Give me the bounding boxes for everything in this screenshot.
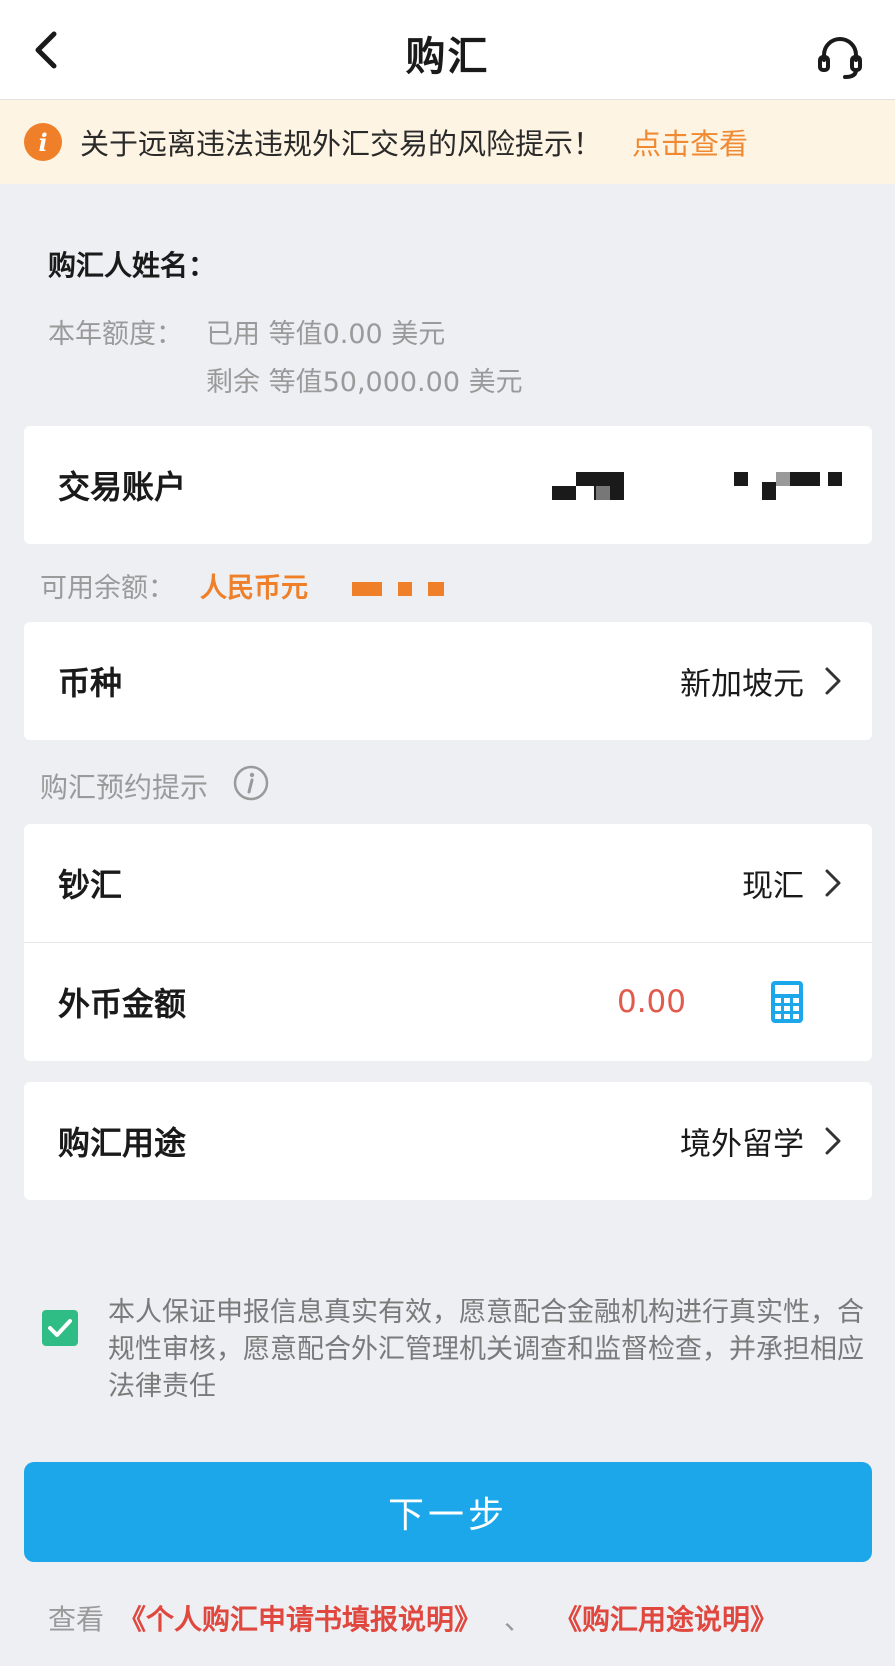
purpose-card[interactable]: 购汇用途 境外留学 bbox=[24, 1082, 872, 1200]
account-card[interactable]: 交易账户 bbox=[24, 426, 872, 544]
agreement-checkbox[interactable] bbox=[42, 1310, 78, 1346]
chevron-right-icon bbox=[825, 1127, 841, 1155]
headset-icon[interactable] bbox=[815, 32, 865, 82]
balance-currency: 人民币元 bbox=[200, 573, 308, 604]
purpose-value: 境外留学 bbox=[680, 1126, 804, 1163]
appointment-hint-label: 购汇预约提示 bbox=[40, 771, 209, 804]
cash-remit-value: 现汇 bbox=[742, 868, 804, 905]
cash-remit-row[interactable]: 钞汇 现汇 bbox=[24, 824, 872, 942]
info-icon: i bbox=[24, 123, 62, 161]
risk-notice-banner: i 关于远离违法违规外汇交易的风险提示！ 点击查看 bbox=[0, 100, 895, 184]
currency-label: 币种 bbox=[58, 664, 123, 702]
purpose-label: 购汇用途 bbox=[58, 1124, 187, 1162]
chevron-right-icon bbox=[825, 667, 841, 695]
purpose-row[interactable]: 购汇用途 境外留学 bbox=[24, 1082, 872, 1200]
account-label: 交易账户 bbox=[58, 468, 187, 506]
info-circle-icon[interactable] bbox=[232, 764, 270, 802]
agreement-text[interactable]: 本人保证申报信息真实有效，愿意配合金融机构进行真实性，合规性审核，愿意配合外汇管… bbox=[108, 1294, 868, 1405]
footer-links: 查看 《个人购汇申请书填报说明》 、 《购汇用途说明》 bbox=[48, 1598, 778, 1638]
account-row[interactable]: 交易账户 bbox=[24, 426, 872, 544]
top-bar: 购汇 bbox=[0, 0, 895, 100]
checkmark-icon bbox=[48, 1319, 72, 1337]
currency-row[interactable]: 币种 新加坡元 bbox=[24, 622, 872, 740]
cash-remit-label: 钞汇 bbox=[58, 866, 123, 904]
application-instructions-link[interactable]: 《个人购汇申请书填报说明》 bbox=[118, 1598, 482, 1638]
footer-view-label: 查看 bbox=[48, 1603, 105, 1636]
calculator-icon[interactable] bbox=[770, 980, 804, 1024]
quota-used: 已用 等值0.00 美元 bbox=[206, 319, 446, 350]
footer-separator: 、 bbox=[504, 1603, 533, 1636]
amount-row[interactable]: 外币金额 0.00 bbox=[24, 943, 872, 1061]
currency-value: 新加坡元 bbox=[680, 666, 804, 703]
available-balance-label: 可用余额： bbox=[40, 573, 175, 604]
next-step-button[interactable]: 下一步 bbox=[24, 1462, 872, 1562]
remit-amount-card: 钞汇 现汇 外币金额 0.00 bbox=[24, 824, 872, 1061]
risk-notice-link[interactable]: 点击查看 bbox=[632, 121, 748, 163]
chevron-right-icon bbox=[825, 869, 841, 897]
buyer-name-label: 购汇人姓名： bbox=[48, 249, 217, 282]
amount-label: 外币金额 bbox=[58, 985, 187, 1023]
annual-quota-label: 本年额度： bbox=[48, 319, 183, 350]
currency-card[interactable]: 币种 新加坡元 bbox=[24, 622, 872, 740]
amount-input[interactable]: 0.00 bbox=[617, 984, 686, 1020]
purpose-instructions-link[interactable]: 《购汇用途说明》 bbox=[554, 1598, 778, 1638]
page-title: 购汇 bbox=[405, 34, 490, 80]
quota-remaining: 剩余 等值50,000.00 美元 bbox=[206, 367, 523, 398]
risk-notice-text: 关于远离违法违规外汇交易的风险提示！ bbox=[80, 127, 603, 161]
